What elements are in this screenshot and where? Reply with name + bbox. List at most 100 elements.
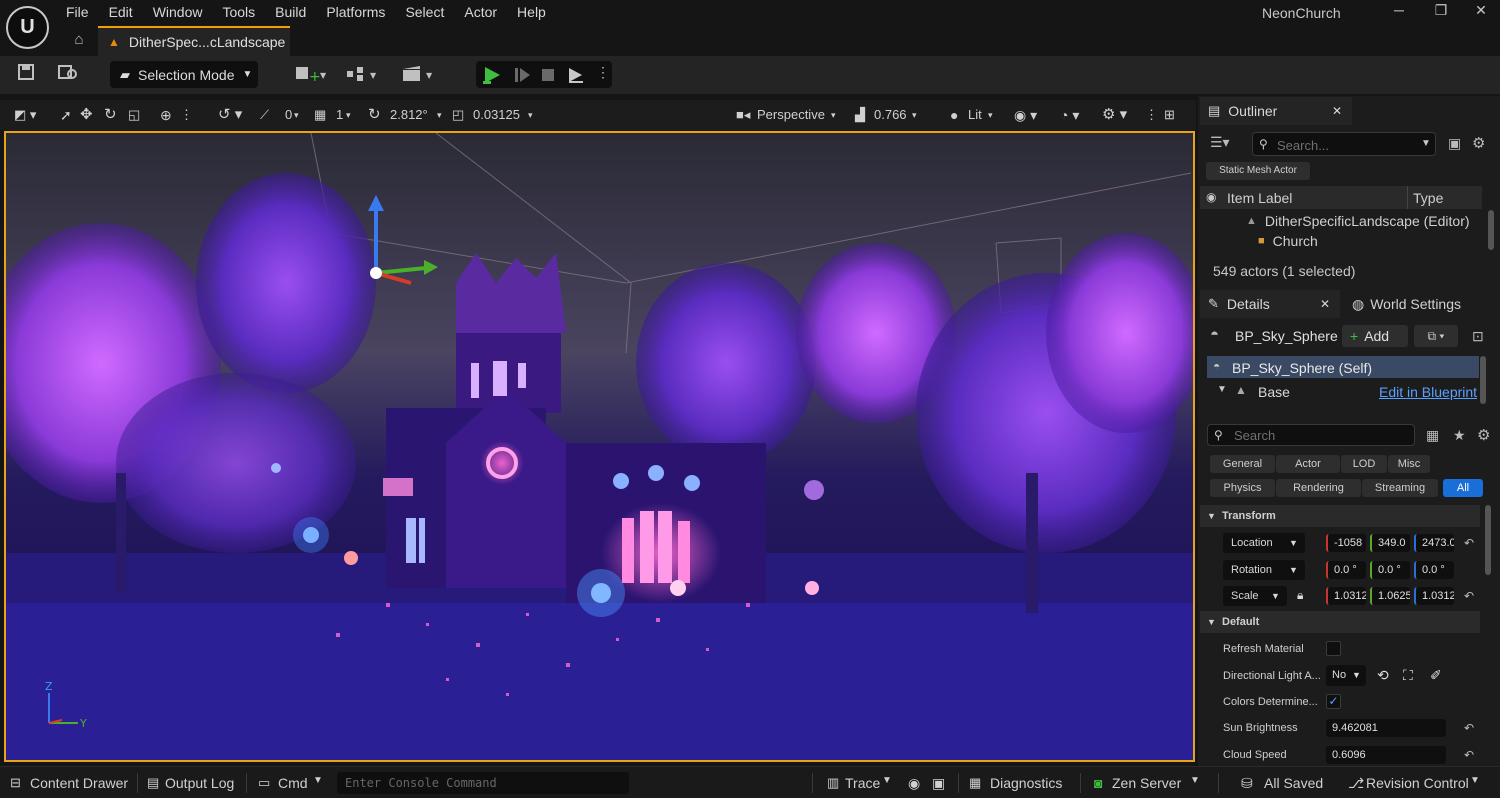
selection-mode-dropdown[interactable]: ▰ Selection Mode ▼ <box>110 61 258 88</box>
add-actor-icon[interactable]: + ▼ <box>292 63 328 87</box>
cinematics-icon[interactable]: ▼ <box>400 63 438 87</box>
use-selected-icon[interactable]: ⟲ <box>1377 667 1389 684</box>
scale-z-field[interactable]: 1.0312 <box>1414 587 1454 605</box>
cloud-speed-field[interactable]: 0.6096 <box>1326 746 1446 764</box>
diagnostics-button[interactable]: Diagnostics <box>990 775 1062 791</box>
settings-gear-icon[interactable]: ⚙ <box>1472 134 1485 152</box>
reset-arrow-icon[interactable]: ↶ <box>1464 721 1474 735</box>
zen-server-button[interactable]: Zen Server <box>1112 775 1181 791</box>
record-icon[interactable]: ◉ <box>908 775 920 792</box>
reset-arrow-icon[interactable]: ↶ <box>1464 536 1474 550</box>
filter-streaming[interactable]: Streaming <box>1362 479 1438 497</box>
rotation-z-field[interactable]: 0.0 ° <box>1414 561 1454 579</box>
save-icon[interactable] <box>14 63 38 87</box>
details-search-input[interactable]: ⚲ Search <box>1207 424 1415 446</box>
menu-actor[interactable]: Actor <box>454 0 507 24</box>
reset-arrow-icon[interactable]: ↶ <box>1464 748 1474 762</box>
filter-actor[interactable]: Actor <box>1276 455 1340 473</box>
outliner-row[interactable]: ■ Church <box>1200 231 1482 251</box>
default-section-header[interactable]: ▼ Default <box>1200 611 1480 633</box>
content-drawer-button[interactable]: Content Drawer <box>30 775 128 791</box>
restore-icon[interactable]: ❐ <box>1426 2 1456 22</box>
menu-file[interactable]: File <box>56 0 99 24</box>
play-icon[interactable] <box>482 65 502 85</box>
filter-icon[interactable]: ☰▾ <box>1210 134 1230 151</box>
blueprint-icon[interactable]: ▼ <box>344 63 382 87</box>
directional-light-dropdown[interactable]: No ▼ <box>1326 665 1366 686</box>
all-saved-button[interactable]: All Saved <box>1264 775 1323 791</box>
blueprint-options-button[interactable]: ⧉ ▾ <box>1414 325 1458 347</box>
col-item-label[interactable]: Item Label <box>1227 190 1292 206</box>
filter-general[interactable]: General <box>1210 455 1275 473</box>
filter-misc[interactable]: Misc <box>1388 455 1430 473</box>
browse-icon[interactable] <box>55 63 81 87</box>
grid-size-icon[interactable]: ▦ <box>314 105 326 125</box>
details-tab[interactable]: ✎ Details ✕ <box>1200 290 1340 318</box>
transform-mode-icon[interactable]: ◩ ▾ <box>14 105 36 125</box>
outliner-search-input[interactable]: ⚲ Search... ▼ <box>1252 132 1436 156</box>
eject-icon[interactable] <box>566 65 586 85</box>
add-folder-icon[interactable]: ▣ <box>1448 135 1461 152</box>
home-icon[interactable]: ⌂ <box>64 28 94 52</box>
move-tool-icon[interactable]: ✥ <box>80 105 93 125</box>
scene-render[interactable]: Z Y <box>6 133 1193 760</box>
cmd-dropdown[interactable]: Cmd <box>278 775 308 791</box>
menu-tools[interactable]: Tools <box>212 0 265 24</box>
settings-gear-icon[interactable]: ⚙ ▾ <box>1102 105 1127 125</box>
output-log-button[interactable]: Output Log <box>165 775 234 791</box>
col-type[interactable]: Type <box>1413 190 1443 206</box>
rotation-snap-icon[interactable]: ↻ <box>368 105 381 125</box>
visibility-eye-icon[interactable]: ◉ <box>1206 190 1216 204</box>
location-z-field[interactable]: 2473.0 <box>1414 534 1454 552</box>
property-matrix-icon[interactable]: ▦ <box>1426 427 1439 444</box>
scale-mode-dropdown[interactable]: Scale ▼ <box>1223 586 1287 606</box>
location-y-field[interactable]: 349.0 <box>1370 534 1410 552</box>
settings-gear-icon[interactable]: ⚙ <box>1477 426 1490 444</box>
minimize-icon[interactable]: ─ <box>1384 2 1414 22</box>
filter-physics[interactable]: Physics <box>1210 479 1275 497</box>
close-icon[interactable]: ✕ <box>1332 104 1342 118</box>
menu-platforms[interactable]: Platforms <box>316 0 395 24</box>
rotation-y-field[interactable]: 0.0 ° <box>1370 561 1410 579</box>
viewport-options-icon[interactable]: ⋮ <box>1145 105 1158 125</box>
scale-y-field[interactable]: 1.0625 <box>1370 587 1410 605</box>
lock-icon[interactable]: ⊡ <box>1472 328 1484 345</box>
details-scrollbar[interactable] <box>1485 505 1491 575</box>
menu-select[interactable]: Select <box>395 0 454 24</box>
rotate-tool-icon[interactable]: ↻ <box>104 105 117 125</box>
scale-x-field[interactable]: 1.0312 <box>1326 587 1366 605</box>
rotation-mode-dropdown[interactable]: Rotation ▼ <box>1223 560 1305 580</box>
menu-window[interactable]: Window <box>143 0 213 24</box>
layout-grid-icon[interactable]: ⊞ <box>1164 105 1175 125</box>
world-settings-tab[interactable]: ◍ World Settings <box>1352 290 1461 318</box>
grid-snap-icon[interactable]: ⟋ <box>260 105 269 125</box>
colors-determined-checkbox[interactable]: ✓ <box>1326 694 1341 709</box>
component-base-row[interactable]: ▼ ▲ Base Edit in Blueprint <box>1207 380 1479 402</box>
level-tab[interactable]: ▲ DitherSpec...cLandscape <box>98 26 290 56</box>
close-window-icon[interactable]: ✕ <box>1466 2 1496 22</box>
camera-speed-value[interactable]: 0.766 <box>874 105 907 125</box>
filter-rendering[interactable]: Rendering <box>1276 479 1361 497</box>
world-space-icon[interactable]: ⊕ <box>160 105 172 125</box>
trace-dropdown[interactable]: Trace <box>845 775 880 791</box>
advance-frame-icon[interactable] <box>512 65 532 85</box>
select-tool-icon[interactable]: ➚ <box>60 105 72 125</box>
browse-asset-icon[interactable]: ⛶ <box>1403 667 1413 684</box>
components-scrollbar[interactable] <box>1480 356 1486 404</box>
revision-control-button[interactable]: Revision Control <box>1366 775 1469 791</box>
pick-actor-icon[interactable]: ✐ <box>1430 667 1442 684</box>
stop-icon[interactable] <box>538 65 558 85</box>
close-icon[interactable]: ✕ <box>1320 297 1330 311</box>
location-x-field[interactable]: -1058 <box>1326 534 1366 552</box>
sun-brightness-field[interactable]: 9.462081 <box>1326 719 1446 737</box>
console-command-input[interactable]: Enter Console Command <box>337 772 629 794</box>
menu-build[interactable]: Build <box>265 0 316 24</box>
outliner-row[interactable]: ▲ DitherSpecificLandscape (Editor) <box>1200 211 1482 231</box>
menu-help[interactable]: Help <box>507 0 556 24</box>
performance-icon[interactable]: ◔ ▾ <box>1060 105 1079 125</box>
filter-chip[interactable]: Static Mesh Actor <box>1206 162 1310 180</box>
transform-section-header[interactable]: ▼ Transform <box>1200 505 1480 527</box>
screenshot-icon[interactable]: ▣ <box>932 775 945 792</box>
add-component-button[interactable]: + Add <box>1342 325 1408 347</box>
lighting-mode-dropdown[interactable]: Lit <box>968 105 982 125</box>
